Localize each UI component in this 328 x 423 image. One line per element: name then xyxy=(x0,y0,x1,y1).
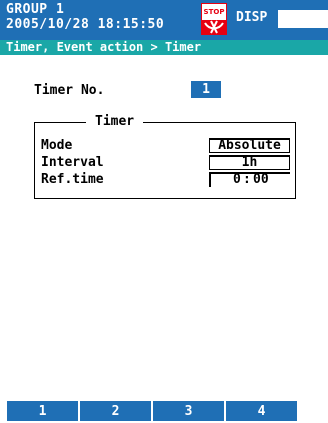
interval-field[interactable]: 1h xyxy=(209,155,290,170)
ref-time-hour[interactable]: 0 xyxy=(233,173,241,186)
status-box xyxy=(278,10,328,28)
softkey-1[interactable]: 1 xyxy=(7,401,78,421)
stop-recording-icon: STOP xyxy=(201,3,227,35)
timer-group-title: Timer xyxy=(86,114,144,129)
softkey-4[interactable]: 4 xyxy=(226,401,297,421)
ref-time-field[interactable]: 0 : 00 xyxy=(209,172,290,187)
mode-indicator: DISP xyxy=(236,10,268,25)
mode-label: Mode xyxy=(41,138,73,153)
softkey-bar: 1 2 3 4 xyxy=(0,401,328,421)
settings-panel: Timer No. 1 Timer Mode Absolute Interval… xyxy=(0,55,328,401)
ref-time-label: Ref.time xyxy=(41,172,104,187)
softkey-2[interactable]: 2 xyxy=(80,401,151,421)
timer-no-field[interactable]: 1 xyxy=(191,81,221,98)
ref-time-separator: : xyxy=(243,172,251,187)
interval-label: Interval xyxy=(41,155,104,170)
breadcrumb: Timer, Event action > Timer xyxy=(0,40,328,55)
ref-time-minute[interactable]: 00 xyxy=(253,173,269,186)
softkey-3[interactable]: 3 xyxy=(153,401,224,421)
group-name: GROUP 1 xyxy=(6,2,65,17)
datetime: 2005/10/28 18:15:50 xyxy=(6,17,165,32)
timer-group: Timer Mode Absolute Interval 1h Ref.time… xyxy=(34,114,296,199)
mode-field[interactable]: Absolute xyxy=(209,138,290,153)
screen: GROUP 1 2005/10/28 18:15:50 STOP DISP Ti… xyxy=(0,0,328,421)
status-header: GROUP 1 2005/10/28 18:15:50 STOP DISP xyxy=(0,0,328,40)
breadcrumb-text: Timer, Event action > Timer xyxy=(6,40,202,54)
timer-no-label: Timer No. xyxy=(34,83,105,98)
svg-text:STOP: STOP xyxy=(204,8,225,16)
